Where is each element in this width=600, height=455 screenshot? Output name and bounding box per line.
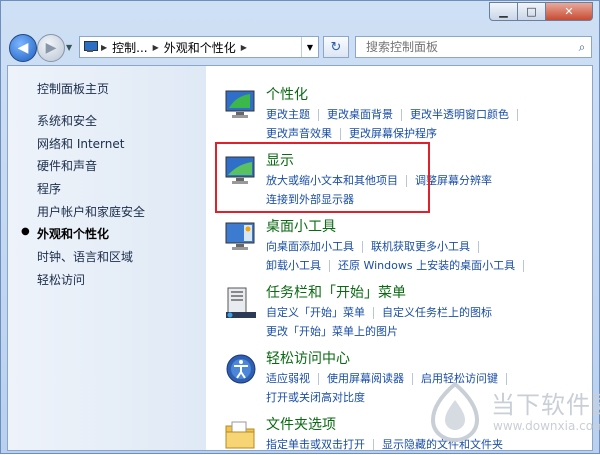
category-title-personalization[interactable]: 个性化 bbox=[266, 84, 308, 104]
link-uninstall-gadget[interactable]: 卸载小工具 bbox=[266, 259, 321, 272]
search-box[interactable]: ⌕ bbox=[355, 36, 592, 58]
link-row: 更改声音效果 更改屏幕保护程序 bbox=[266, 125, 437, 141]
refresh-button[interactable]: ↻ bbox=[323, 36, 349, 58]
search-input[interactable] bbox=[364, 39, 573, 55]
forward-button[interactable]: ▶ bbox=[37, 34, 65, 62]
link-row: 适应弱视 使用屏幕阅读器 启用轻松访问键 bbox=[266, 370, 515, 386]
sidebar-item-clock-language[interactable]: 时钟、语言和区域 bbox=[37, 248, 133, 265]
address-bar[interactable]: ▶ 控制... ▶ 外观和个性化 ▶ ▼ bbox=[79, 36, 319, 58]
caption-buttons: ▁ □ ✕ bbox=[489, 2, 593, 21]
sidebar-item-user-accounts[interactable]: 用户帐户和家庭安全 bbox=[37, 203, 145, 220]
link-high-contrast[interactable]: 打开或关闭高对比度 bbox=[266, 391, 365, 404]
sidebar-item-programs[interactable]: 程序 bbox=[37, 180, 61, 197]
ease-of-access-icon[interactable] bbox=[224, 352, 258, 386]
sidebar-item-home[interactable]: 控制面板主页 bbox=[37, 80, 109, 97]
link-screen-reader[interactable]: 使用屏幕阅读器 bbox=[327, 372, 404, 385]
breadcrumb-separator-icon[interactable]: ▶ bbox=[151, 43, 161, 52]
category-title-taskbar[interactable]: 任务栏和「开始」菜单 bbox=[266, 282, 406, 302]
link-customize-taskbar-icons[interactable]: 自定义任务栏上的图标 bbox=[382, 306, 492, 319]
link-customize-start-menu[interactable]: 自定义「开始」菜单 bbox=[266, 306, 365, 319]
link-low-vision[interactable]: 适应弱视 bbox=[266, 372, 310, 385]
highlight-box bbox=[215, 142, 430, 213]
taskbar-icon[interactable] bbox=[224, 286, 258, 320]
link-row: 更改主题 更改桌面背景 更改半透明窗口颜色 bbox=[266, 106, 526, 122]
sidebar-item-appearance: 外观和个性化 bbox=[37, 227, 110, 241]
link-ease-keys[interactable]: 启用轻松访问键 bbox=[421, 372, 498, 385]
navigation-bar: ◀ ▶ ▼ ▶ 控制... ▶ 外观和个性化 ▶ ▼ ↻ ⌕ bbox=[1, 31, 599, 63]
personalization-icon[interactable] bbox=[224, 88, 258, 122]
recent-pages-dropdown[interactable]: ▼ bbox=[66, 43, 76, 53]
category-title-folder-options[interactable]: 文件夹选项 bbox=[266, 414, 336, 434]
link-row: 指定单击或双击打开 显示隐藏的文件和文件夹 bbox=[266, 436, 503, 450]
link-single-double-click[interactable]: 指定单击或双击打开 bbox=[266, 438, 365, 450]
link-get-more-gadgets[interactable]: 联机获取更多小工具 bbox=[371, 240, 470, 253]
back-button[interactable]: ◀ bbox=[9, 34, 37, 62]
link-change-screensaver[interactable]: 更改屏幕保护程序 bbox=[349, 127, 437, 140]
link-change-start-picture[interactable]: 更改「开始」菜单上的图片 bbox=[266, 325, 398, 338]
link-change-sounds[interactable]: 更改声音效果 bbox=[266, 127, 332, 140]
link-change-theme[interactable]: 更改主题 bbox=[266, 108, 310, 121]
close-button[interactable]: ✕ bbox=[545, 2, 593, 21]
control-panel-icon bbox=[83, 40, 99, 54]
link-change-background[interactable]: 更改桌面背景 bbox=[327, 108, 393, 121]
breadcrumb-control-panel[interactable]: 控制... bbox=[109, 39, 150, 56]
gadgets-icon[interactable] bbox=[224, 220, 258, 254]
breadcrumb-appearance[interactable]: 外观和个性化 bbox=[161, 39, 239, 56]
control-panel-window: ▁ □ ✕ ◀ ▶ ▼ ▶ 控制... ▶ 外观和个性化 ▶ ▼ ↻ ⌕ 控制面… bbox=[0, 0, 600, 454]
folder-options-icon[interactable] bbox=[224, 418, 258, 451]
main-panel: 个性化 更改主题 更改桌面背景 更改半透明窗口颜色 更改声音效果 更改屏幕保护程序 显… bbox=[206, 66, 592, 450]
breadcrumb-separator-icon[interactable]: ▶ bbox=[99, 43, 109, 52]
link-change-window-color[interactable]: 更改半透明窗口颜色 bbox=[410, 108, 509, 121]
sidebar-item-ease-of-access[interactable]: 轻松访问 bbox=[37, 271, 85, 288]
link-row: 自定义「开始」菜单 自定义任务栏上的图标 bbox=[266, 304, 492, 320]
breadcrumb-separator-icon[interactable]: ▶ bbox=[239, 43, 249, 52]
minimize-button[interactable]: ▁ bbox=[489, 2, 518, 21]
link-add-gadgets[interactable]: 向桌面添加小工具 bbox=[266, 240, 354, 253]
link-restore-gadgets[interactable]: 还原 Windows 上安装的桌面小工具 bbox=[338, 259, 515, 272]
title-bar: ▁ □ ✕ bbox=[1, 1, 599, 29]
sidebar: 控制面板主页 系统和安全 网络和 Internet 硬件和声音 程序 用户帐户和… bbox=[8, 66, 206, 450]
link-row: 更改「开始」菜单上的图片 bbox=[266, 323, 398, 339]
address-dropdown-icon[interactable]: ▼ bbox=[301, 37, 318, 57]
sidebar-item-network[interactable]: 网络和 Internet bbox=[37, 135, 124, 152]
link-row: 打开或关闭高对比度 bbox=[266, 389, 365, 405]
link-show-hidden-files[interactable]: 显示隐藏的文件和文件夹 bbox=[382, 438, 503, 450]
content-area: 控制面板主页 系统和安全 网络和 Internet 硬件和声音 程序 用户帐户和… bbox=[7, 65, 593, 451]
search-icon[interactable]: ⌕ bbox=[573, 40, 591, 55]
category-title-gadgets[interactable]: 桌面小工具 bbox=[266, 216, 336, 236]
current-page-bullet-icon: ● bbox=[21, 226, 30, 237]
sidebar-item-hardware-sound[interactable]: 硬件和声音 bbox=[37, 157, 97, 174]
link-row: 向桌面添加小工具 联机获取更多小工具 bbox=[266, 238, 487, 254]
sidebar-item-system-security[interactable]: 系统和安全 bbox=[37, 112, 97, 129]
maximize-button[interactable]: □ bbox=[517, 2, 546, 21]
link-row: 卸载小工具 还原 Windows 上安装的桌面小工具 bbox=[266, 257, 532, 273]
category-title-ease-of-access[interactable]: 轻松访问中心 bbox=[266, 348, 350, 368]
